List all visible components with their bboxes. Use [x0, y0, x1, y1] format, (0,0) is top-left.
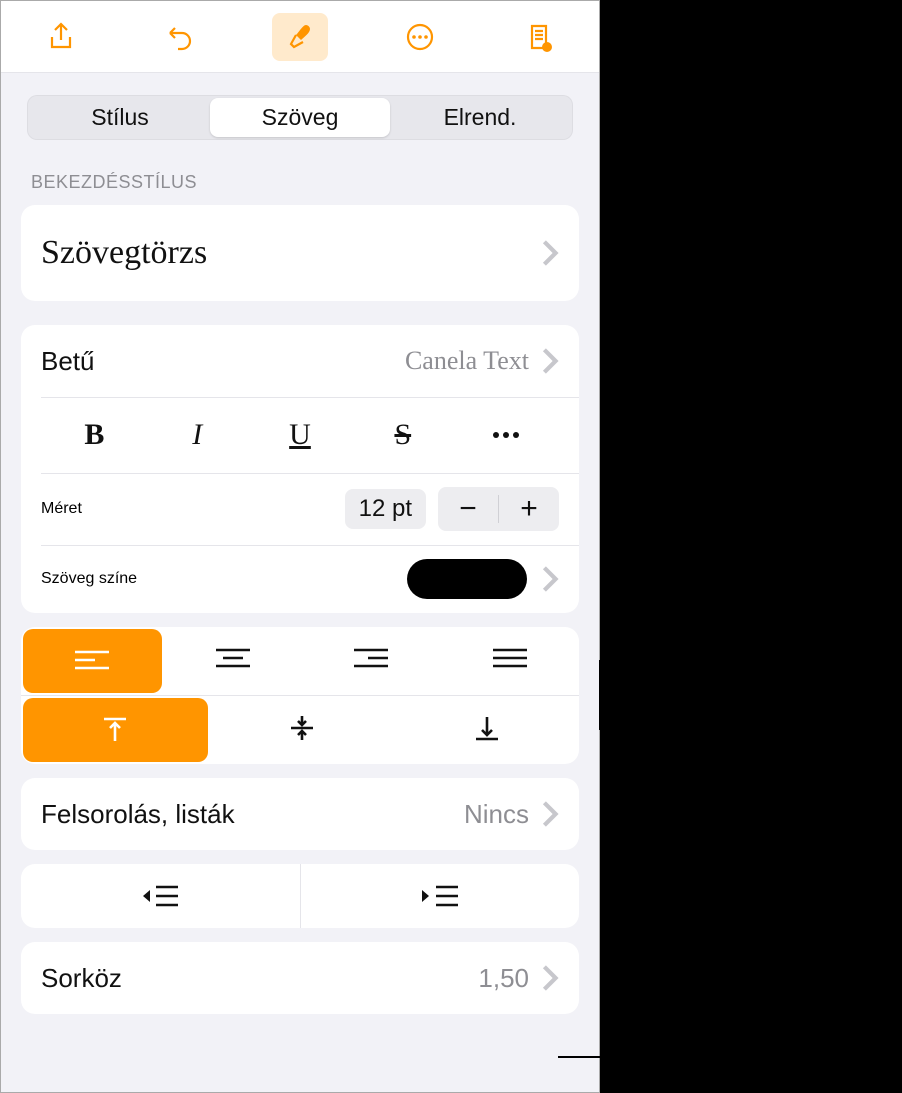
size-increase-button[interactable]: + — [499, 487, 559, 531]
size-decrease-button[interactable]: − — [438, 487, 498, 531]
valign-middle-button[interactable] — [210, 696, 395, 760]
vertical-align-row — [21, 696, 579, 764]
tab-arrange[interactable]: Elrend. — [390, 98, 570, 137]
text-color-row[interactable]: Szöveg színe — [21, 545, 579, 613]
indent-card — [21, 864, 579, 928]
text-color-label: Szöveg színe — [41, 570, 137, 588]
share-button[interactable] — [33, 13, 89, 61]
top-toolbar — [1, 1, 599, 73]
inspector-tabs: Stílus Szöveg Elrend. — [1, 73, 599, 150]
align-left-button[interactable] — [23, 629, 162, 693]
line-spacing-value: 1,50 — [478, 963, 529, 994]
font-row[interactable]: Betű Canela Text — [21, 325, 579, 397]
more-text-options-button[interactable] — [454, 415, 557, 455]
callout-spacing — [558, 1056, 668, 1058]
line-spacing-row[interactable]: Sorköz 1,50 — [21, 942, 579, 1014]
horizontal-align-row — [21, 627, 579, 696]
paragraph-style-row[interactable]: Szövegtörzs — [21, 205, 579, 301]
strikethrough-button[interactable]: S — [351, 415, 454, 455]
tab-style[interactable]: Stílus — [30, 98, 210, 137]
font-label: Betű — [41, 346, 95, 377]
document-view-button[interactable] — [511, 13, 567, 61]
valign-bottom-button[interactable] — [394, 696, 579, 760]
chevron-right-icon — [541, 565, 559, 593]
decrease-indent-button[interactable] — [21, 864, 300, 928]
alignment-card — [21, 627, 579, 764]
bullets-value: Nincs — [464, 799, 529, 830]
bullets-row[interactable]: Felsorolás, listák Nincs — [21, 778, 579, 850]
undo-button[interactable] — [152, 13, 208, 61]
bullets-label: Felsorolás, listák — [41, 799, 235, 830]
align-center-button[interactable] — [164, 627, 303, 691]
line-spacing-card: Sorköz 1,50 — [21, 942, 579, 1014]
size-value[interactable]: 12 pt — [345, 489, 426, 529]
valign-top-button[interactable] — [23, 698, 208, 762]
font-card: Betű Canela Text B I U S Méret 12 pt − +… — [21, 325, 579, 613]
text-style-buttons: B I U S — [21, 397, 579, 473]
size-label: Méret — [41, 500, 82, 518]
chevron-right-icon — [541, 239, 559, 267]
increase-indent-button[interactable] — [300, 864, 580, 928]
font-value: Canela Text — [405, 346, 529, 376]
chevron-right-icon — [541, 800, 559, 828]
underline-button[interactable]: U — [249, 415, 352, 455]
chevron-right-icon — [541, 964, 559, 992]
more-button[interactable] — [392, 13, 448, 61]
text-color-swatch[interactable] — [407, 559, 527, 599]
paragraph-style-name: Szövegtörzs — [41, 234, 207, 272]
align-justify-button[interactable] — [441, 627, 580, 691]
paragraph-style-card: Szövegtörzs — [21, 205, 579, 301]
format-panel: Stílus Szöveg Elrend. Bekezdésstílus Szö… — [0, 0, 600, 1093]
bullets-card: Felsorolás, listák Nincs — [21, 778, 579, 850]
tab-text[interactable]: Szöveg — [210, 98, 390, 137]
format-brush-button[interactable] — [272, 13, 328, 61]
italic-button[interactable]: I — [146, 415, 249, 455]
size-stepper: − + — [438, 487, 559, 531]
align-right-button[interactable] — [302, 627, 441, 691]
callout-alignment-tick-top — [599, 660, 601, 730]
paragraph-style-header: Bekezdésstílus — [1, 150, 599, 199]
line-spacing-label: Sorköz — [41, 963, 122, 994]
chevron-right-icon — [541, 347, 559, 375]
bold-button[interactable]: B — [43, 415, 146, 455]
callout-alignment — [599, 694, 625, 696]
size-row: Méret 12 pt − + — [21, 473, 579, 545]
